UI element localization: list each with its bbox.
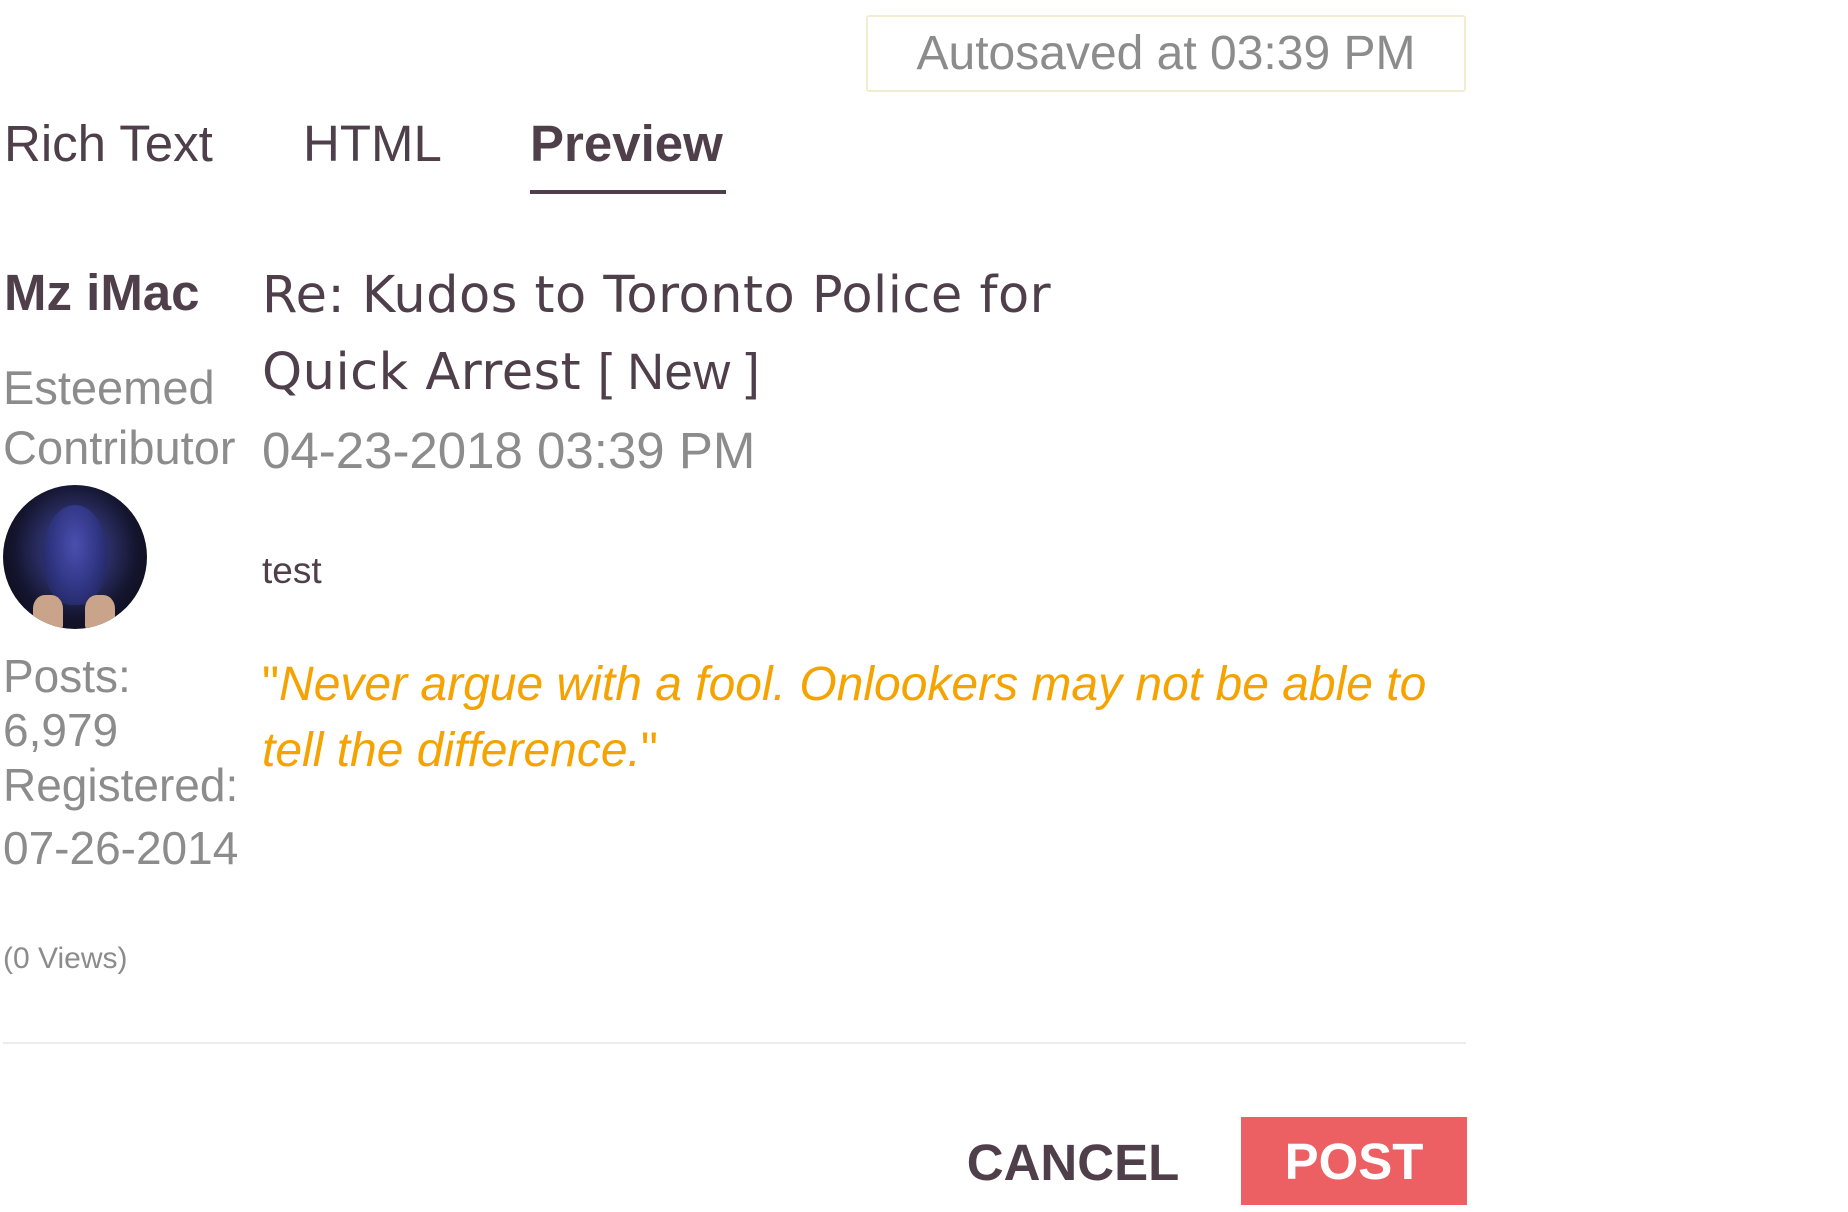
registered-label: Registered:: [3, 759, 239, 811]
posts-label: Posts:: [3, 650, 131, 702]
author-name[interactable]: Mz iMac: [4, 262, 200, 324]
new-tag: [ New ]: [597, 343, 761, 400]
cancel-button[interactable]: CANCEL: [958, 1120, 1188, 1204]
divider: [3, 1042, 1466, 1044]
registered-date: 07-26-2014: [3, 822, 239, 874]
quote-text: Never argue with a fool. Onlookers may n…: [262, 658, 1427, 777]
autosave-status: Autosaved at 03:39 PM: [866, 15, 1466, 92]
avatar-hand-left: [33, 595, 63, 629]
active-tab-indicator: [530, 190, 726, 194]
tab-html[interactable]: HTML: [303, 112, 442, 176]
author-rank: Esteemed Contributor: [3, 361, 236, 474]
post-button[interactable]: POST: [1241, 1117, 1467, 1205]
post-date: 04-23-2018 03:39 PM: [262, 422, 756, 479]
tab-rich-text[interactable]: Rich Text: [4, 112, 213, 176]
message-body: test: [262, 550, 322, 591]
posts-count: 6,979: [3, 704, 119, 756]
quote-open-mark: ": [262, 658, 280, 711]
avatar-hand-right: [85, 595, 115, 629]
view-count: (0 Views): [3, 942, 128, 975]
signature-quote: "Never argue with a fool. Onlookers may …: [262, 652, 1482, 784]
avatar[interactable]: [3, 485, 147, 629]
avatar-head-shape: [43, 505, 107, 605]
message-subject: Re: Kudos to Toronto Police for Quick Ar…: [262, 258, 1162, 411]
quote-close-mark: ": [640, 724, 658, 777]
tab-preview[interactable]: Preview: [530, 112, 723, 176]
